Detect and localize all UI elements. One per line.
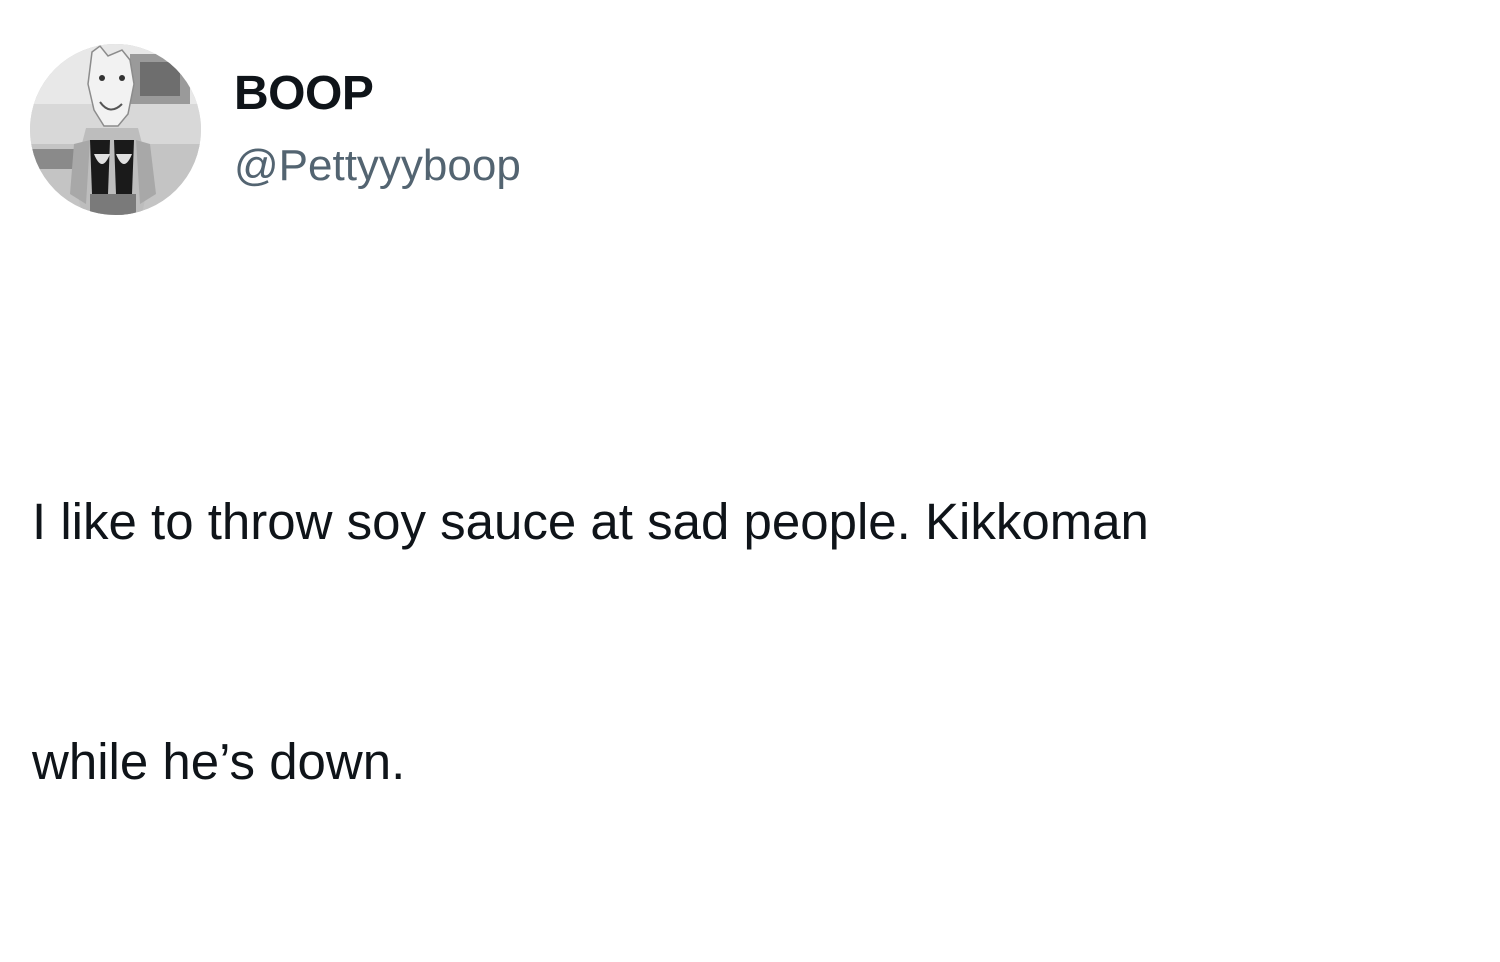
tweet-text-line-2: while he’s down. [32, 733, 406, 790]
avatar-photo-icon [30, 44, 201, 215]
tweet-card: BOOP @Pettyyyboop I like to throw soy sa… [0, 0, 1500, 790]
author-avatar[interactable] [30, 44, 201, 215]
author-handle[interactable]: @Pettyyyboop [234, 138, 521, 194]
tweet-text: I like to throw soy sauce at sad people.… [32, 322, 1482, 962]
author-display-name[interactable]: BOOP [234, 64, 374, 124]
tweet-text-line-1: I like to throw soy sauce at sad people.… [32, 493, 1149, 550]
